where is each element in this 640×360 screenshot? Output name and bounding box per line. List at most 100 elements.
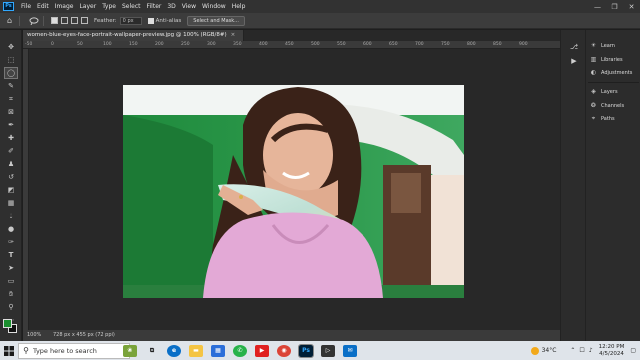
panel-paths[interactable]: ⌖ Paths (589, 113, 615, 124)
path-selection-tool-icon[interactable]: ➤ (5, 263, 17, 273)
weather-widget[interactable]: 34°C (530, 346, 556, 355)
history-brush-tool-icon[interactable]: ↺ (5, 172, 17, 182)
ruler-tick: 750 (441, 42, 450, 47)
photoshop-taskbar-icon[interactable]: Ps (298, 343, 314, 358)
notifications-icon[interactable]: ▢ (630, 347, 636, 354)
libraries-icon: ▥ (590, 56, 597, 63)
canvas-image[interactable] (123, 85, 464, 298)
antialias-checkbox[interactable] (147, 17, 154, 24)
ruler-tick: 900 (519, 42, 528, 47)
hand-tool-icon[interactable]: ✋︎ (5, 289, 17, 299)
clock-date: 4/5/2024 (599, 350, 624, 357)
menu-layer[interactable]: Layer (76, 3, 99, 10)
history-icon[interactable]: ⎇ (569, 42, 579, 52)
search-placeholder: Type here to search (33, 346, 97, 355)
zoom-level[interactable]: 100% (27, 330, 41, 341)
menu-window[interactable]: Window (199, 3, 229, 10)
document-tab[interactable]: women-blue-eyes-face-portrait-wallpaper-… (23, 30, 245, 41)
feather-input[interactable]: 0 px (119, 16, 142, 25)
horizontal-ruler[interactable]: -50 0 50 100 150 200 250 300 350 400 450… (23, 41, 560, 49)
youtube-icon[interactable]: ▶ (255, 344, 269, 357)
whatsapp-icon[interactable]: ✆ (233, 344, 247, 357)
home-icon[interactable]: ⌂ (4, 15, 15, 26)
ruler-tick: 650 (389, 42, 398, 47)
dodge-tool-icon[interactable]: ● (5, 224, 17, 234)
maximize-button[interactable]: ❐ (606, 0, 623, 13)
subtract-selection-icon[interactable] (71, 17, 78, 24)
menu-select[interactable]: Select (119, 3, 144, 10)
menu-3d[interactable]: 3D (164, 3, 178, 10)
menu-file[interactable]: File (18, 3, 34, 10)
file-explorer-icon[interactable]: ▬ (189, 344, 203, 357)
play-actions-icon[interactable]: ▶ (569, 56, 579, 66)
clock[interactable]: 12:20 PM 4/5/2024 (599, 344, 625, 358)
mail-icon[interactable]: ✉ (343, 344, 357, 357)
menu-view[interactable]: View (179, 3, 199, 10)
edge-browser-icon[interactable]: e (167, 344, 181, 357)
panel-layers[interactable]: ◈ Layers (589, 86, 617, 97)
pen-tool-icon[interactable]: ✑ (5, 237, 17, 247)
start-button[interactable] (0, 341, 18, 360)
search-icon: ⚲ (23, 346, 29, 355)
quick-select-tool-icon[interactable]: ✎ (5, 81, 17, 91)
taskbar-search-box[interactable]: ⚲ Type here to search (18, 342, 130, 359)
menu-type[interactable]: Type (99, 3, 119, 10)
brush-tool-icon[interactable]: ✐ (5, 146, 17, 156)
ruler-tick: 100 (103, 42, 112, 47)
intersect-selection-icon[interactable] (81, 17, 88, 24)
foreground-color-swatch[interactable] (3, 319, 12, 328)
add-selection-icon[interactable] (61, 17, 68, 24)
media-player-icon[interactable]: ▷ (321, 344, 335, 357)
panel-icon-strip: ⎇ ▶ (560, 30, 585, 341)
ruler-tick: 350 (233, 42, 242, 47)
eraser-tool-icon[interactable]: ◩ (5, 185, 17, 195)
status-bar: 100% 728 px x 455 px (72 ppi) (23, 330, 560, 341)
chrome-icon[interactable]: ◉ (277, 344, 291, 357)
gradient-tool-icon[interactable]: ▦ (5, 198, 17, 208)
eyedropper-tool-icon[interactable]: ✒ (5, 120, 17, 130)
portrait-photo (123, 85, 464, 298)
divider (19, 15, 20, 26)
panel-channels[interactable]: ❂ Channels (589, 100, 624, 111)
menu-help[interactable]: Help (229, 3, 249, 10)
chevron-up-icon[interactable]: ⌃ (570, 347, 575, 354)
rectangle-tool-icon[interactable]: ▭ (5, 276, 17, 286)
ruler-tick: 200 (155, 42, 164, 47)
blur-tool-icon[interactable]: 💧︎ (5, 211, 17, 221)
volume-icon[interactable]: ♪ (589, 347, 593, 354)
task-view-icon[interactable]: ⧉ (145, 345, 159, 357)
select-and-mask-button[interactable]: Select and Mask... (187, 15, 245, 26)
lasso-tool-icon[interactable]: ◯ (4, 67, 18, 79)
close-button[interactable]: ✕ (623, 0, 640, 13)
move-tool-icon[interactable]: ✥ (5, 42, 17, 52)
news-widget-icon[interactable]: ❀ (123, 344, 137, 357)
photoshop-window: Ps File Edit Image Layer Type Select Fil… (0, 0, 640, 360)
frame-tool-icon[interactable]: ⊠ (5, 107, 17, 117)
panel-label: Adjustments (601, 69, 633, 76)
menu-image[interactable]: Image (52, 3, 77, 10)
window-controls: — ❐ ✕ (589, 0, 640, 13)
menu-edit[interactable]: Edit (34, 3, 52, 10)
close-tab-icon[interactable]: × (231, 32, 236, 38)
clone-stamp-tool-icon[interactable]: ♟ (5, 159, 17, 169)
crop-tool-icon[interactable]: ⌗ (5, 94, 17, 104)
paths-icon: ⌖ (591, 114, 596, 122)
panel-learn[interactable]: ☀︎ Learn (589, 40, 615, 51)
minimize-button[interactable]: — (589, 0, 606, 13)
new-selection-icon[interactable] (51, 17, 58, 24)
taskbar-apps: ❀ ⧉ e ▬ ▦ ✆ ▶ ◉ Ps ▷ ✉ (123, 341, 365, 360)
panel-label: Channels (601, 102, 625, 109)
ruler-tick: 700 (415, 42, 424, 47)
options-bar: ⌂ Feather: 0 px Anti-alias Select and Ma… (0, 13, 640, 29)
store-icon[interactable]: ▦ (211, 344, 225, 357)
marquee-tool-icon[interactable]: ⬚ (5, 55, 17, 65)
lasso-preset-icon[interactable] (28, 15, 39, 26)
panel-libraries[interactable]: ▥ Libraries (589, 54, 623, 65)
network-icon[interactable]: ☐ (579, 347, 584, 354)
panel-adjustments[interactable]: ◐ Adjustments (589, 67, 632, 78)
ruler-tick: 600 (363, 42, 372, 47)
healing-brush-tool-icon[interactable]: ✚ (5, 133, 17, 143)
menu-filter[interactable]: Filter (144, 3, 165, 10)
zoom-tool-icon[interactable]: ⚲ (5, 302, 17, 312)
type-tool-icon[interactable]: T (5, 250, 17, 260)
